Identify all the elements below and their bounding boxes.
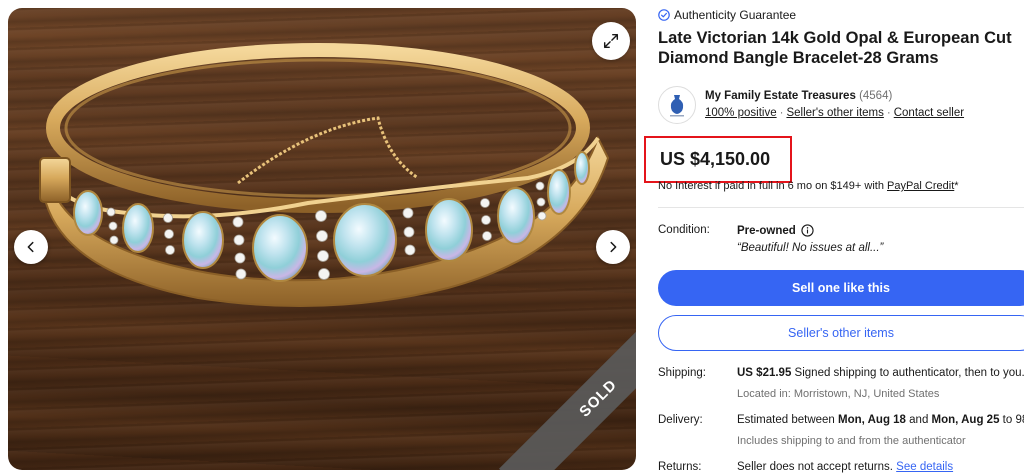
paypal-credit-note: No Interest if paid in full in 6 mo on $… (658, 180, 959, 192)
expand-image-button[interactable] (592, 22, 630, 60)
delivery-note: Includes shipping to and from the authen… (737, 435, 966, 447)
previous-image-button[interactable] (14, 230, 48, 264)
vase-logo-icon (670, 95, 684, 117)
divider (658, 207, 1024, 208)
delivery-estimate: Estimated between Mon, Aug 18 and Mon, A… (737, 414, 1024, 426)
delivery-mid: and (905, 414, 932, 426)
item-price: US $4,150.00 (660, 149, 771, 169)
price-highlight-box: US $4,150.00 (644, 136, 792, 183)
condition-info-button[interactable] (801, 224, 814, 237)
chevron-left-icon (27, 241, 34, 253)
returns-value: Seller does not accept returns. See deta… (737, 461, 953, 473)
bracelet-photo (39, 43, 610, 307)
item-info-panel: Authenticity Guarantee Late Victorian 14… (644, 0, 1024, 476)
delivery-suffix: to 98115 ( (1002, 414, 1024, 426)
next-image-button[interactable] (596, 230, 630, 264)
separator: · (779, 107, 784, 119)
authenticity-guarantee[interactable]: Authenticity Guarantee (658, 8, 796, 22)
returns-text: Seller does not accept returns. (737, 461, 897, 473)
delivery-label: Delivery: (658, 414, 703, 426)
seller-name[interactable]: My Family Estate Treasures (705, 90, 856, 102)
contact-seller-link[interactable]: Contact seller (894, 107, 964, 119)
credit-suffix: * (954, 180, 959, 192)
condition-description: “Beautiful! No issues at all...” (737, 242, 884, 254)
condition-value: Pre-owned (737, 224, 814, 237)
separator: · (886, 107, 891, 119)
sell-one-like-this-button[interactable]: Sell one like this (658, 270, 1024, 306)
delivery-date-end: Mon, Aug 25 (931, 414, 1000, 426)
check-circle-icon (658, 9, 670, 21)
condition-label: Condition: (658, 224, 710, 236)
delivery-prefix: Estimated between (737, 414, 839, 426)
returns-details-link[interactable]: See details (896, 461, 953, 473)
seller-card: My Family Estate Treasures (4564) 100% p… (658, 84, 1024, 128)
item-location: Located in: Morristown, NJ, United State… (737, 388, 940, 400)
seller-links: 100% positive · Seller's other items · Conta… (705, 107, 964, 119)
chevron-right-icon (610, 241, 617, 253)
seller-feedback-count: (4564) (859, 90, 893, 102)
seller-name-row: My Family Estate Treasures (4564) (705, 90, 892, 102)
item-photo-gallery[interactable]: SOLD (8, 8, 636, 470)
authenticity-label: Authenticity Guarantee (674, 8, 797, 22)
seller-positive-link[interactable]: 100% positive (705, 107, 777, 119)
seller-avatar[interactable] (658, 86, 696, 124)
seller-other-items-link[interactable]: Seller's other items (786, 107, 883, 119)
credit-text: No Interest if paid in full in 6 mo on $… (658, 180, 887, 192)
info-icon (801, 224, 814, 237)
shipping-text: Signed shipping to authenticator, then t… (791, 367, 1024, 379)
condition-text: Pre-owned (737, 224, 796, 237)
expand-icon (603, 33, 619, 49)
sellers-other-items-button[interactable]: Seller's other items (658, 315, 1024, 351)
shipping-label: Shipping: (658, 367, 706, 379)
item-title: Late Victorian 14k Gold Opal & European … (658, 29, 1012, 67)
returns-label: Returns: (658, 461, 702, 473)
delivery-date-start: Mon, Aug 18 (838, 414, 906, 426)
paypal-credit-link[interactable]: PayPal Credit (887, 180, 954, 192)
shipping-value: US $21.95 Signed shipping to authenticat… (737, 367, 1024, 379)
shipping-cost: US $21.95 (737, 367, 792, 379)
